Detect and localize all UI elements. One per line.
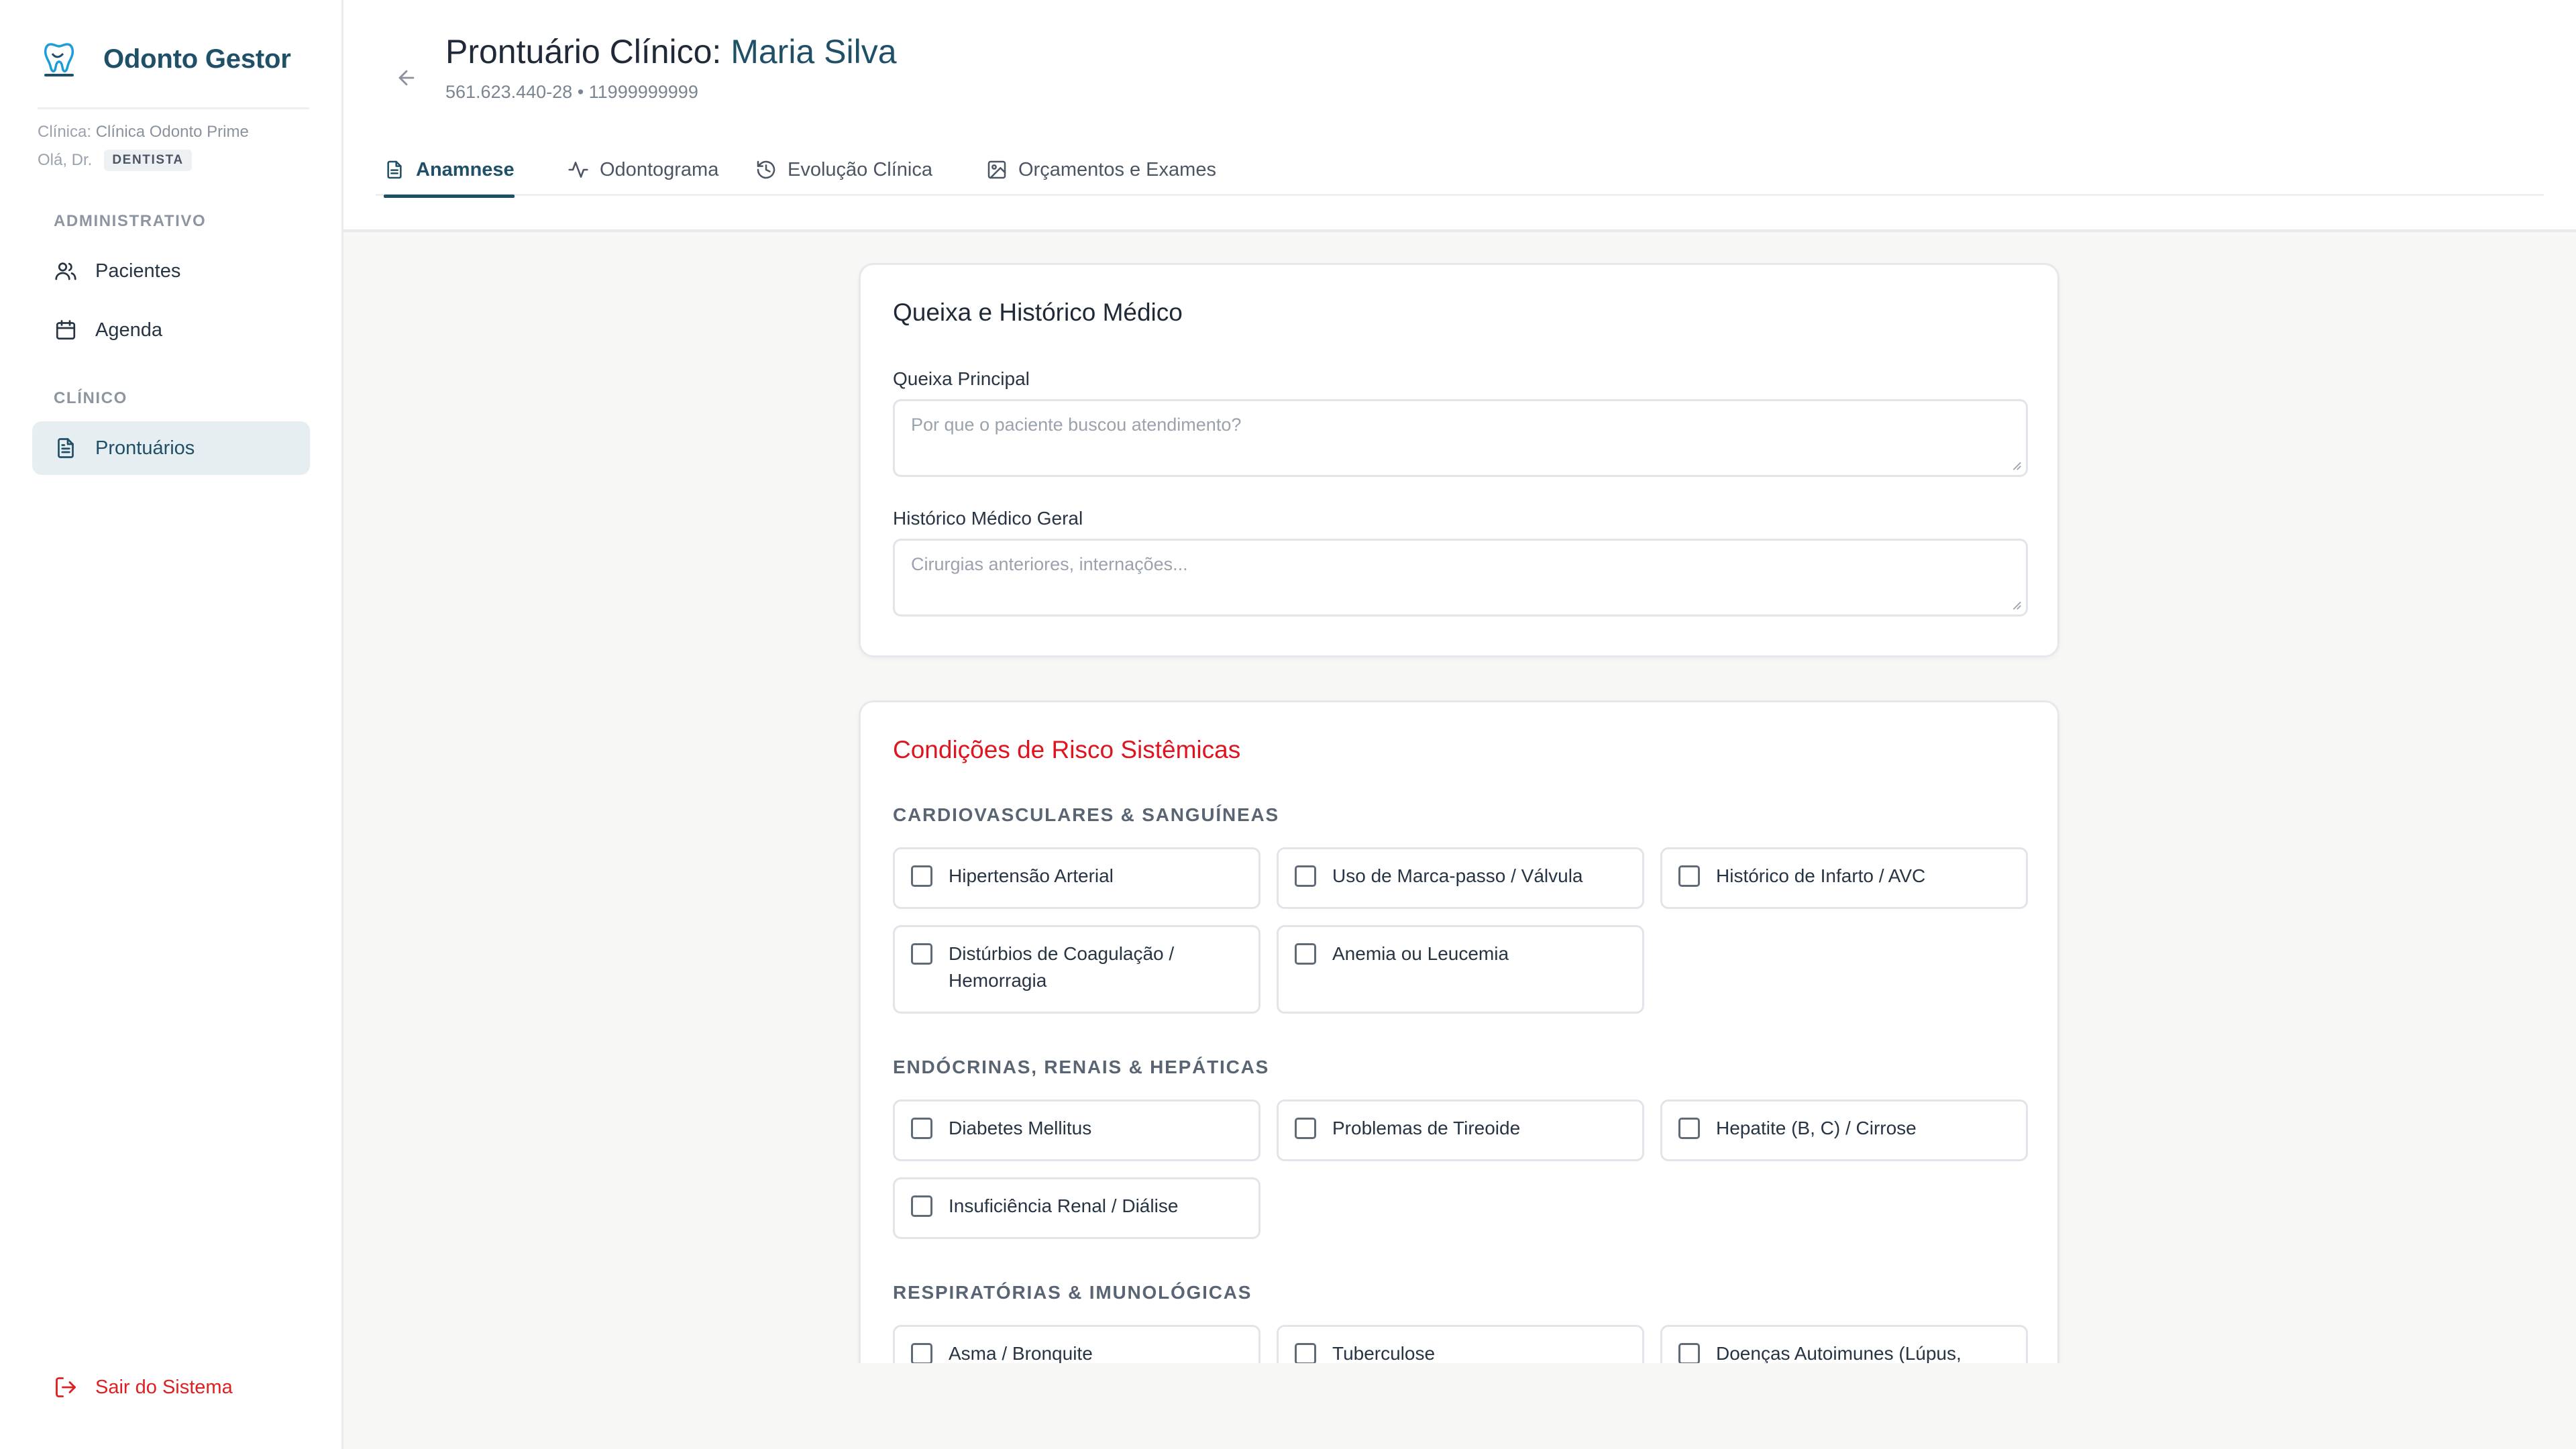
divider — [38, 107, 309, 109]
main-content[interactable]: Queixa e Histórico Médico Queixa Princip… — [343, 235, 2576, 1363]
section-title-clinico: CLÍNICO — [54, 389, 127, 407]
resize-handle-icon[interactable] — [2010, 598, 2022, 610]
logout-label: Sair do Sistema — [95, 1376, 233, 1398]
tab-label: Odontograma — [600, 158, 719, 180]
checkbox-asma[interactable]: Asma / Bronquite — [893, 1325, 1260, 1363]
file-text-icon — [58, 438, 74, 458]
checkbox-label: Doenças Autoimunes (Lúpus, — [1716, 1343, 1962, 1363]
checkbox-tuberculose[interactable]: Tuberculose — [1277, 1325, 1644, 1363]
field-label-queixa: Queixa Principal — [893, 368, 1030, 389]
sidebar-item-prontuarios[interactable]: Prontuários — [32, 421, 310, 475]
sidebar-item-agenda[interactable]: Agenda — [32, 303, 310, 357]
checkbox-anemia-leucemia[interactable]: Anemia ou Leucemia — [1277, 925, 1644, 1014]
tab-anamnese[interactable]: Anamnese — [384, 144, 515, 198]
tab-odontograma[interactable]: Odontograma — [568, 144, 718, 196]
placeholder: Cirurgias anteriores, internações... — [911, 554, 1188, 574]
tab-label: Evolução Clínica — [788, 158, 932, 180]
file-text-icon — [387, 160, 402, 179]
clinic-label: Clínica: — [38, 123, 92, 141]
checkbox[interactable] — [911, 1118, 932, 1139]
checkbox-label: Diabetes Mellitus — [949, 1118, 1092, 1138]
clinic-name: Clínica Odonto Prime — [95, 123, 249, 141]
queixa-principal-field[interactable]: Por que o paciente buscou atendimento? — [893, 399, 2028, 477]
checkbox-label: Anemia ou Leucemia — [1332, 943, 1509, 964]
logout-button[interactable]: Sair do Sistema — [54, 1375, 233, 1399]
checkbox[interactable] — [1678, 1343, 1700, 1363]
complaint-card: Queixa e Histórico Médico Queixa Princip… — [859, 263, 2059, 657]
activity-icon — [568, 162, 588, 178]
historico-medico-field[interactable]: Cirurgias anteriores, internações... — [893, 539, 2028, 616]
risk-conditions-card: Condições de Risco Sistêmicas CARDIOVASC… — [859, 700, 2059, 1363]
tab-bar: Anamnese Odontograma Evolução Clínica Or… — [376, 144, 2544, 198]
patient-details: 561.623.440-28 • 11999999999 — [445, 82, 698, 103]
checkbox[interactable] — [1295, 1343, 1316, 1363]
checkbox-label: Hepatite (B, C) / Cirrose — [1716, 1118, 1917, 1138]
tab-label: Orçamentos e Exames — [1018, 158, 1216, 180]
checkbox-coagulacao[interactable]: Distúrbios de Coagulação / Hemorragia — [893, 925, 1260, 1014]
checkbox-label: Hipertensão Arterial — [949, 865, 1114, 886]
checkbox-label: Uso de Marca-passo / Válvula — [1332, 865, 1583, 886]
group-title-respiratorias: RESPIRATÓRIAS & IMUNOLÓGICAS — [893, 1282, 1252, 1303]
patient-cpf: 561.623.440-28 — [445, 82, 573, 102]
card-title: Condições de Risco Sistêmicas — [893, 736, 1241, 763]
checkbox-label: Distúrbios de Coagulação / Hemorragia — [949, 943, 1175, 991]
checkbox[interactable] — [911, 943, 932, 965]
patient-name: Maria Silva — [731, 33, 897, 70]
checkbox-hipertensao[interactable]: Hipertensão Arterial — [893, 847, 1260, 909]
patient-phone: 11999999999 — [588, 82, 698, 102]
checkbox-autoimunes[interactable]: Doenças Autoimunes (Lúpus, — [1660, 1325, 2028, 1363]
checkbox[interactable] — [911, 1343, 932, 1363]
checkbox[interactable] — [1295, 865, 1316, 887]
image-icon — [987, 160, 1006, 179]
checkbox-diabetes[interactable]: Diabetes Mellitus — [893, 1099, 1260, 1161]
page-header: Prontuário Clínico: Maria Silva 561.623.… — [343, 0, 2576, 232]
separator: • — [577, 82, 584, 102]
checkbox-tireoide[interactable]: Problemas de Tireoide — [1277, 1099, 1644, 1161]
field-label-historico: Histórico Médico Geral — [893, 508, 1083, 529]
arrow-left-icon — [398, 70, 415, 86]
checkbox-label: Tuberculose — [1332, 1343, 1436, 1363]
sidebar: Odonto Gestor Clínica: Clínica Odonto Pr… — [0, 0, 343, 1449]
checkbox-hepatite[interactable]: Hepatite (B, C) / Cirrose — [1660, 1099, 2028, 1161]
checkbox-infarto-avc[interactable]: Histórico de Infarto / AVC — [1660, 847, 2028, 909]
checkbox[interactable] — [911, 865, 932, 887]
sidebar-item-label: Agenda — [95, 319, 162, 341]
card-title: Queixa e Histórico Médico — [893, 299, 1183, 326]
sidebar-item-label: Pacientes — [95, 260, 181, 282]
sidebar-item-label: Prontuários — [95, 437, 195, 459]
checkbox[interactable] — [1678, 865, 1700, 887]
role-badge: DENTISTA — [104, 150, 192, 171]
checkbox[interactable] — [1295, 1118, 1316, 1139]
checkbox-label: Insuficiência Renal / Diálise — [949, 1195, 1179, 1216]
sidebar-item-pacientes[interactable]: Pacientes — [32, 244, 310, 298]
tab-orcamentos-exames[interactable]: Orçamentos e Exames — [986, 144, 1216, 196]
tab-label: Anamnese — [416, 158, 515, 180]
back-button[interactable] — [385, 56, 428, 99]
users-icon — [55, 262, 76, 280]
checkbox-marca-passo[interactable]: Uso de Marca-passo / Válvula — [1277, 847, 1644, 909]
group-title-cardiovasculares: CARDIOVASCULARES & SANGUÍNEAS — [893, 804, 1279, 825]
history-icon — [757, 160, 775, 179]
checkbox-label: Asma / Bronquite — [949, 1343, 1093, 1363]
brand[interactable]: Odonto Gestor — [38, 38, 291, 80]
checkbox[interactable] — [1678, 1118, 1700, 1139]
checkbox-label: Histórico de Infarto / AVC — [1716, 865, 1926, 886]
tab-evolucao-clinica[interactable]: Evolução Clínica — [755, 144, 932, 196]
greeting: Olá, Dr. — [38, 151, 93, 169]
checkbox-label: Problemas de Tireoide — [1332, 1118, 1521, 1138]
placeholder: Por que o paciente buscou atendimento? — [911, 415, 1242, 435]
checkbox[interactable] — [1295, 943, 1316, 965]
clinic-info: Clínica: Clínica Odonto Prime Olá, Dr. D… — [38, 118, 249, 174]
group-title-endocrinas: ENDÓCRINAS, RENAIS & HEPÁTICAS — [893, 1057, 1270, 1077]
resize-handle-icon[interactable] — [2010, 459, 2022, 471]
checkbox[interactable] — [911, 1195, 932, 1217]
section-title-administrativo: ADMINISTRATIVO — [54, 212, 207, 230]
tooth-logo-icon — [44, 43, 74, 76]
app-name: Odonto Gestor — [103, 44, 291, 74]
logout-icon — [56, 1377, 76, 1397]
title-prefix: Prontuário Clínico: — [445, 33, 722, 70]
page-title: Prontuário Clínico: Maria Silva — [445, 32, 897, 71]
checkbox-insuficiencia-renal[interactable]: Insuficiência Renal / Diálise — [893, 1177, 1260, 1239]
calendar-icon — [56, 320, 76, 340]
